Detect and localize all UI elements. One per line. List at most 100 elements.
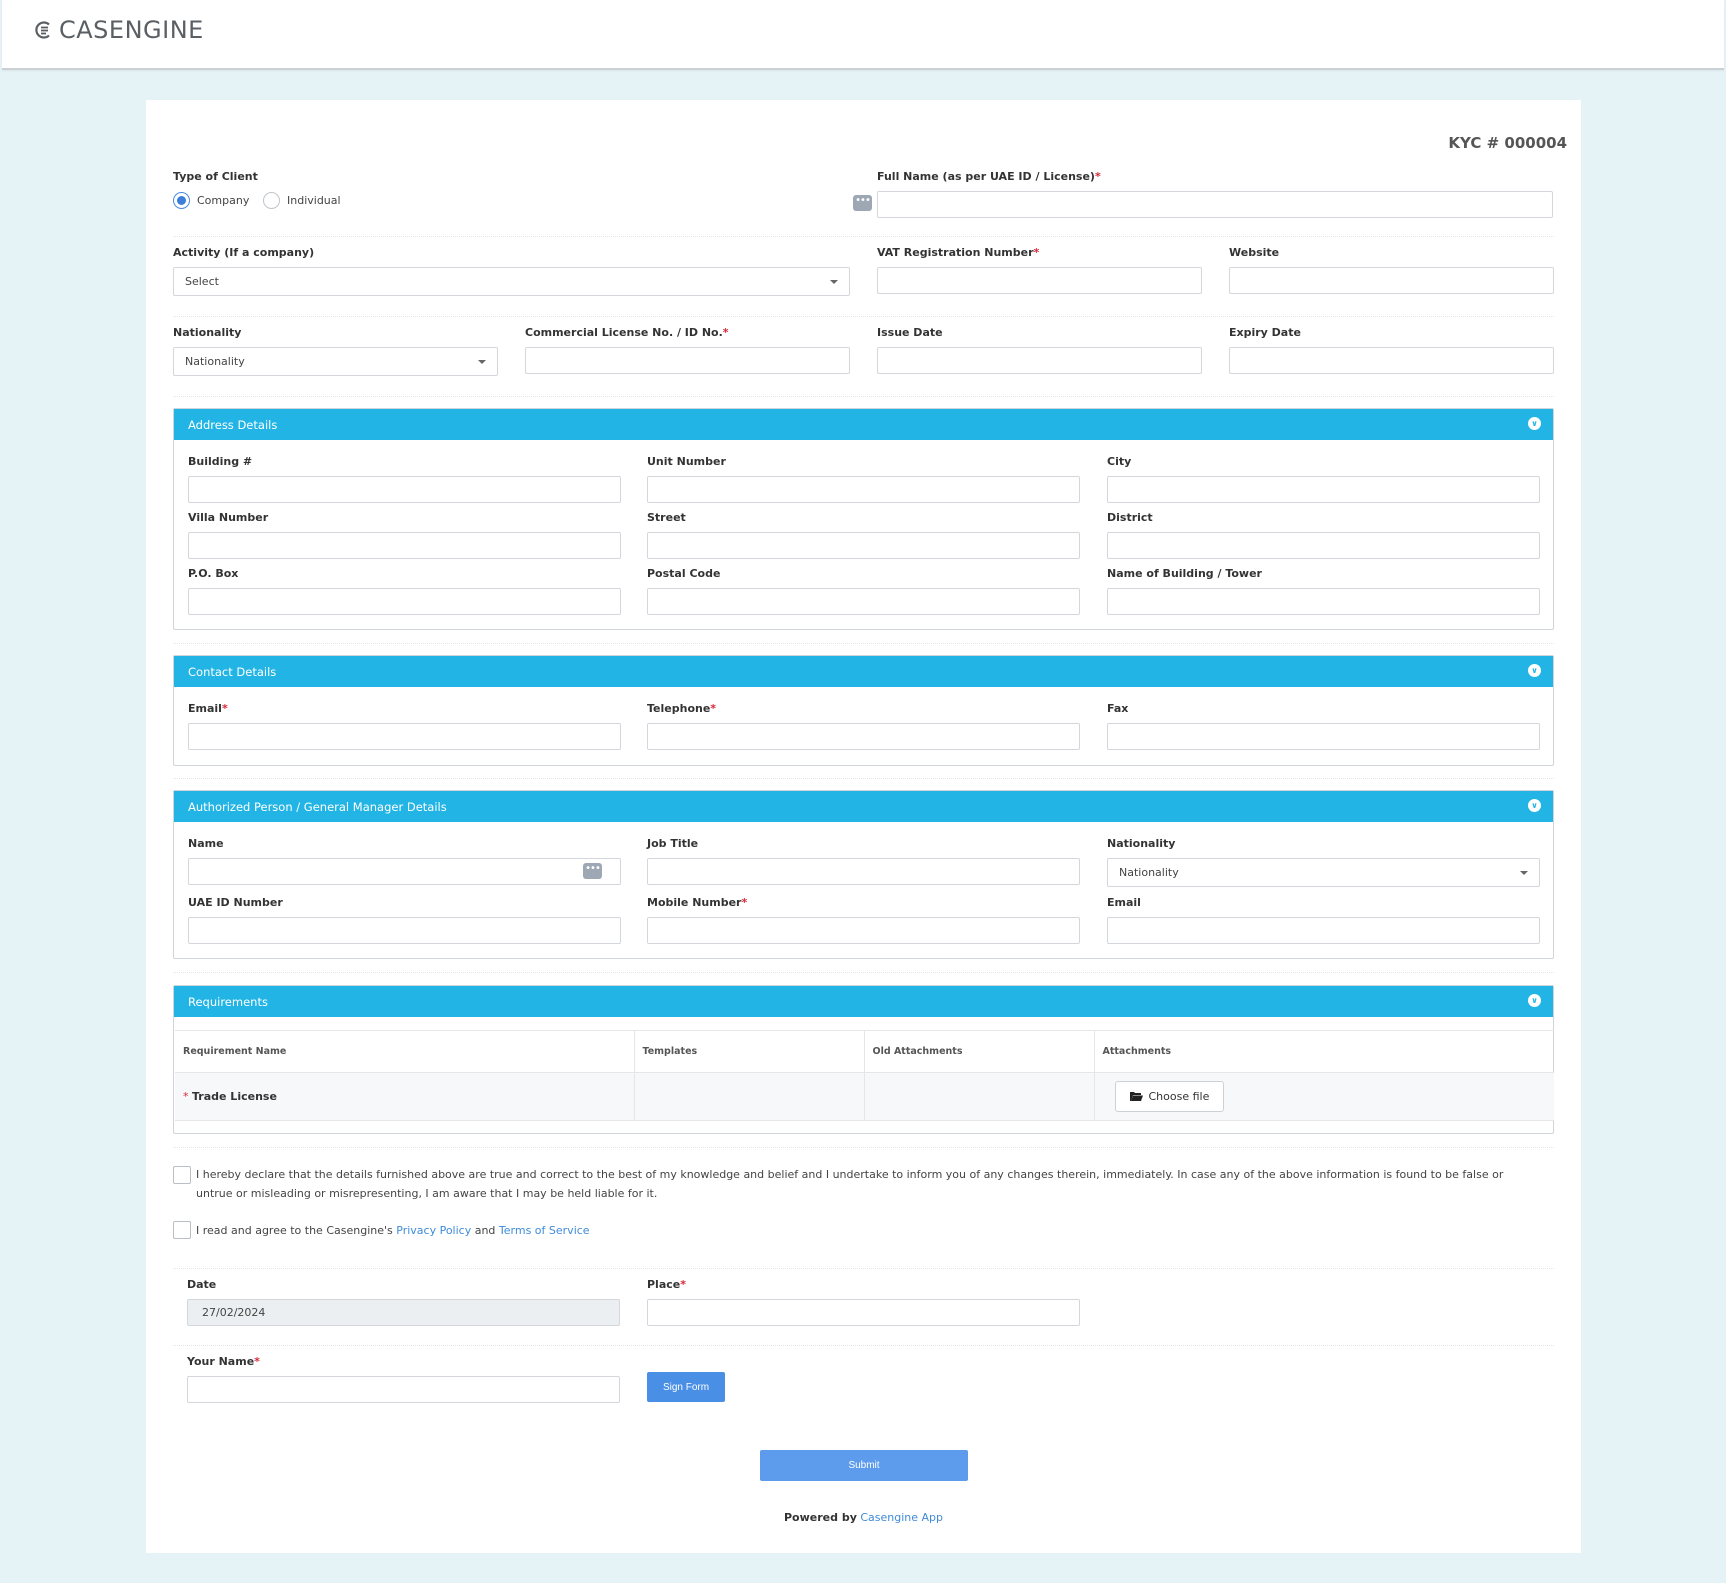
website-label: Website bbox=[1229, 246, 1280, 259]
district-input[interactable] bbox=[1107, 532, 1540, 559]
activity-select[interactable]: Select bbox=[173, 267, 850, 296]
radio-individual[interactable]: Individual bbox=[263, 192, 341, 209]
website-input[interactable] bbox=[1229, 267, 1554, 294]
villa-number-input[interactable] bbox=[188, 532, 621, 559]
authorized-person-header[interactable]: Authorized Person / General Manager Deta… bbox=[174, 791, 1553, 822]
auth-name-label: Name bbox=[188, 837, 224, 850]
your-name-input[interactable] bbox=[187, 1376, 620, 1403]
choose-file-button[interactable]: Choose file bbox=[1114, 1081, 1225, 1112]
auth-email-label: Email bbox=[1107, 896, 1141, 909]
expiry-date-label: Expiry Date bbox=[1229, 326, 1301, 339]
full-name-input[interactable] bbox=[877, 191, 1553, 218]
chevron-down-icon[interactable]: ∨ bbox=[1528, 994, 1541, 1007]
requirement-name: Trade License bbox=[192, 1090, 277, 1103]
chevron-down-icon[interactable]: ∨ bbox=[1528, 799, 1541, 812]
activity-label: Activity (If a company) bbox=[173, 246, 315, 259]
chevron-down-icon bbox=[1520, 871, 1528, 875]
privacy-policy-link[interactable]: Privacy Policy bbox=[396, 1224, 471, 1237]
lookup-icon[interactable]: ••• bbox=[853, 195, 872, 211]
requirements-header[interactable]: Requirements ∨ bbox=[174, 986, 1553, 1017]
nationality-select-value: Nationality bbox=[185, 355, 245, 368]
divider bbox=[173, 972, 1554, 973]
date-label: Date bbox=[187, 1278, 217, 1291]
contact-details-title: Contact Details bbox=[188, 665, 277, 679]
issue-date-label: Issue Date bbox=[877, 326, 943, 339]
street-label: Street bbox=[647, 511, 686, 524]
auth-name-input[interactable]: ••• bbox=[188, 858, 621, 885]
authorized-person-panel: Authorized Person / General Manager Deta… bbox=[173, 790, 1554, 959]
auth-email-input[interactable] bbox=[1107, 917, 1540, 944]
choose-file-label: Choose file bbox=[1148, 1090, 1210, 1103]
requirements-panel: Requirements ∨ Requirement Name Template… bbox=[173, 985, 1554, 1134]
chevron-down-icon[interactable]: ∨ bbox=[1528, 664, 1541, 677]
expiry-date-input[interactable] bbox=[1229, 347, 1554, 374]
column-header: Old Attachments bbox=[864, 1030, 1095, 1073]
building-name-label: Name of Building / Tower bbox=[1107, 567, 1262, 580]
building-name-input[interactable] bbox=[1107, 588, 1540, 615]
uae-id-input[interactable] bbox=[188, 917, 621, 944]
powered-by-label: Powered by bbox=[783, 1511, 857, 1524]
radio-company[interactable]: Company bbox=[173, 192, 249, 209]
address-details-header[interactable]: Address Details ∨ bbox=[174, 409, 1553, 440]
date-value: 27/02/2024 bbox=[202, 1306, 266, 1319]
po-box-input[interactable] bbox=[188, 588, 621, 615]
divider bbox=[173, 1268, 1554, 1269]
casengine-app-link[interactable]: Casengine App bbox=[860, 1511, 943, 1524]
date-input[interactable]: 27/02/2024 bbox=[187, 1299, 620, 1326]
requirements-table: Requirement Name Templates Old Attachmen… bbox=[175, 1030, 1554, 1121]
kyc-number: KYC # 000004 bbox=[1448, 134, 1567, 152]
chevron-down-icon[interactable]: ∨ bbox=[1528, 417, 1541, 430]
divider bbox=[173, 236, 1554, 237]
column-header: Attachments bbox=[1094, 1030, 1554, 1073]
radio-unselected-icon[interactable] bbox=[263, 192, 280, 209]
uae-id-label: UAE ID Number bbox=[188, 896, 283, 909]
place-label: Place* bbox=[647, 1278, 687, 1291]
submit-button[interactable]: Submit bbox=[760, 1450, 968, 1481]
district-label: District bbox=[1107, 511, 1153, 524]
po-box-label: P.O. Box bbox=[188, 567, 239, 580]
agree-checkbox[interactable] bbox=[173, 1221, 191, 1239]
villa-number-label: Villa Number bbox=[188, 511, 269, 524]
your-name-label: Your Name* bbox=[187, 1355, 260, 1368]
postal-code-input[interactable] bbox=[647, 588, 1080, 615]
kyc-form-card: KYC # 000004 Type of Client Company Indi… bbox=[146, 100, 1581, 1553]
authorized-person-title: Authorized Person / General Manager Deta… bbox=[188, 800, 447, 814]
full-name-label: Full Name (as per UAE ID / License)* bbox=[877, 170, 1101, 183]
contact-details-panel: Contact Details ∨ Email* Telephone* Fax bbox=[173, 655, 1554, 766]
postal-code-label: Postal Code bbox=[647, 567, 721, 580]
building-input[interactable] bbox=[188, 476, 621, 503]
chevron-down-icon bbox=[478, 360, 486, 364]
lookup-icon[interactable]: ••• bbox=[583, 863, 602, 879]
old-attachments-cell bbox=[864, 1072, 1095, 1121]
agree-text: I read and agree to the Casengine's Priv… bbox=[196, 1224, 590, 1237]
city-input[interactable] bbox=[1107, 476, 1540, 503]
radio-selected-icon[interactable] bbox=[173, 192, 190, 209]
column-header: Requirement Name bbox=[175, 1030, 635, 1073]
telephone-input[interactable] bbox=[647, 723, 1080, 750]
vat-input[interactable] bbox=[877, 267, 1202, 294]
requirement-name-cell: * Trade License bbox=[175, 1072, 635, 1121]
license-input[interactable] bbox=[525, 347, 850, 374]
job-title-input[interactable] bbox=[647, 858, 1080, 885]
declaration-checkbox[interactable] bbox=[173, 1166, 191, 1184]
divider bbox=[173, 316, 1554, 317]
nationality-select[interactable]: Nationality bbox=[173, 347, 498, 376]
divider bbox=[173, 643, 1554, 644]
contact-details-header[interactable]: Contact Details ∨ bbox=[174, 656, 1553, 687]
place-input[interactable] bbox=[647, 1299, 1080, 1326]
issue-date-input[interactable] bbox=[877, 347, 1202, 374]
terms-of-service-link[interactable]: Terms of Service bbox=[499, 1224, 590, 1237]
templates-cell bbox=[634, 1072, 865, 1121]
auth-nationality-select[interactable]: Nationality bbox=[1107, 858, 1540, 887]
address-details-panel: Address Details ∨ Building # Unit Number… bbox=[173, 408, 1554, 630]
unit-number-input[interactable] bbox=[647, 476, 1080, 503]
powered-by: Powered by Casengine App bbox=[146, 1511, 1581, 1524]
top-bar: CASENGINE bbox=[2, 0, 1724, 70]
fax-input[interactable] bbox=[1107, 723, 1540, 750]
street-input[interactable] bbox=[647, 532, 1080, 559]
brand-name: CASENGINE bbox=[59, 16, 204, 44]
mobile-input[interactable] bbox=[647, 917, 1080, 944]
sign-form-button[interactable]: Sign Form bbox=[647, 1372, 725, 1402]
brand-logo[interactable]: CASENGINE bbox=[34, 16, 204, 44]
contact-email-input[interactable] bbox=[188, 723, 621, 750]
